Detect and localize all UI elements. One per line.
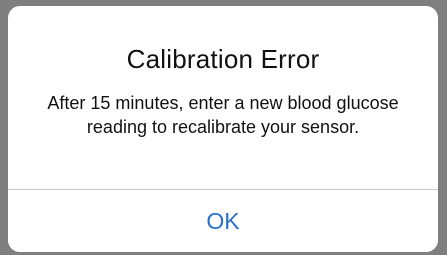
ok-button[interactable]: OK [8, 190, 438, 252]
calibration-error-alert: Calibration Error After 15 minutes, ente… [8, 6, 438, 252]
alert-message: After 15 minutes, enter a new blood gluc… [47, 93, 399, 137]
alert-content: Calibration Error After 15 minutes, ente… [8, 6, 438, 189]
alert-title: Calibration Error [126, 44, 320, 74]
screen-backdrop: Calibration Error After 15 minutes, ente… [0, 0, 447, 255]
